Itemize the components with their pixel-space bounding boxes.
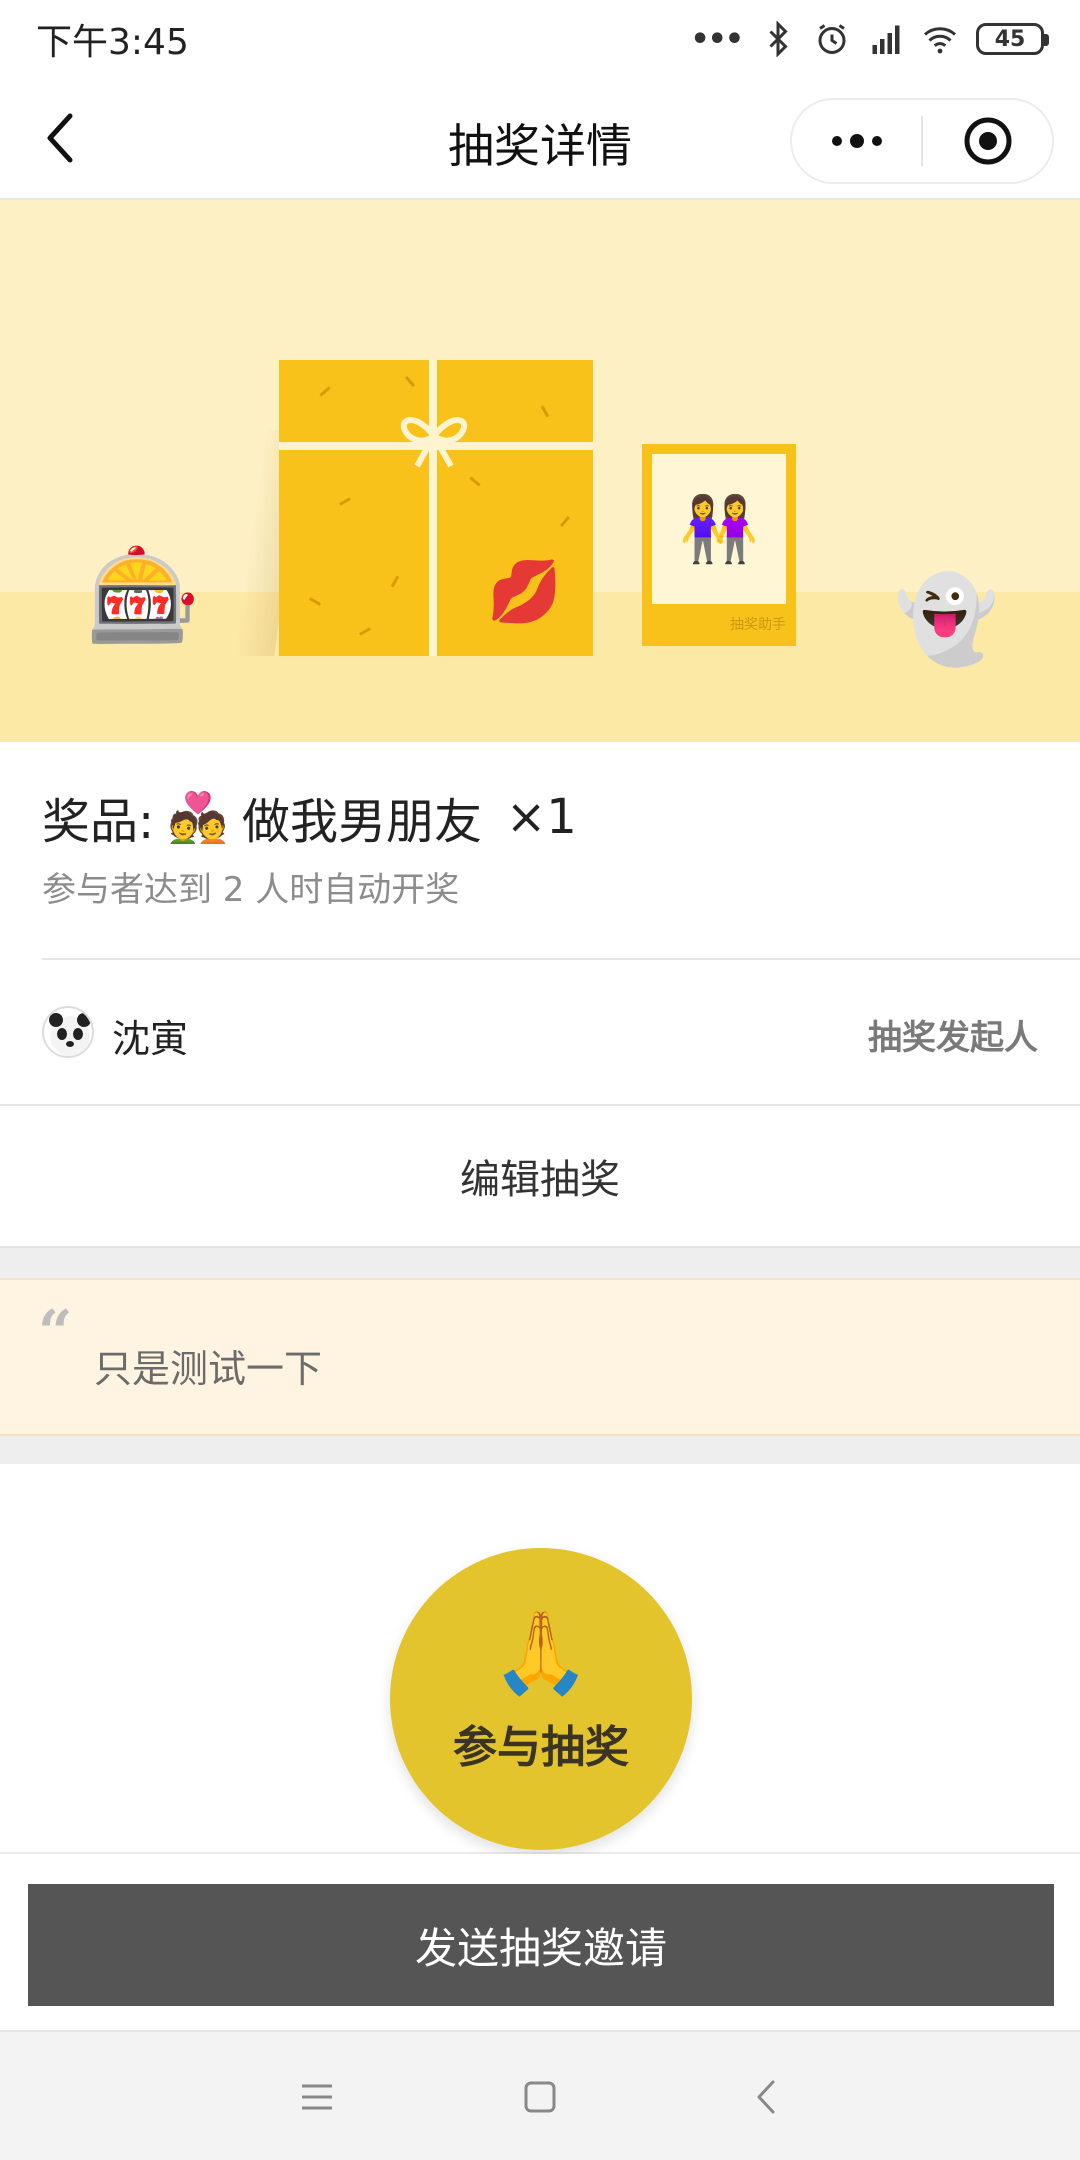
send-invite-button[interactable]: 发送抽奖邀请 xyxy=(28,1884,1054,2006)
section-gap xyxy=(0,1248,1080,1278)
organizer-row[interactable]: 沈寅 抽奖发起人 xyxy=(0,960,1080,1106)
section-gap xyxy=(0,1436,1080,1464)
prize-label: 奖品: xyxy=(42,794,155,850)
bluetooth-icon xyxy=(769,21,788,57)
slot-machine-icon: 🎰 xyxy=(86,542,201,649)
signal-icon xyxy=(872,25,900,54)
draw-condition: 参与者达到 2 人时自动开奖 xyxy=(42,870,460,910)
more-menu-button[interactable] xyxy=(792,100,921,182)
target-close-icon xyxy=(964,117,1011,165)
quote-icon: “ xyxy=(38,1298,73,1368)
battery-icon: 45 xyxy=(976,23,1049,55)
note-text: 只是测试一下 xyxy=(94,1347,323,1391)
gift-box-illustration: 💋 xyxy=(279,360,593,656)
panda-avatar-icon xyxy=(49,1013,91,1056)
close-mini-program-button[interactable] xyxy=(923,100,1052,182)
back-triangle-icon[interactable] xyxy=(742,2072,792,2122)
fleck xyxy=(469,476,481,487)
praying-hands-icon: 🙏 xyxy=(491,1606,591,1699)
fleck xyxy=(309,597,321,606)
polaroid-photo: 👭 抽奖助手 xyxy=(642,444,796,646)
lottery-note: “ 只是测试一下 xyxy=(0,1278,1080,1436)
prize-quantity: ×1 xyxy=(505,789,577,845)
fleck xyxy=(540,405,550,418)
invite-area: 发送抽奖邀请 xyxy=(0,1854,1080,2030)
more-indicator-icon: ••• xyxy=(690,21,744,57)
status-time: 下午3:45 xyxy=(36,22,189,63)
prize-title: 奖品: 💑 做我男朋友 ×1 xyxy=(42,782,577,852)
couple-heart-icon: 💑 xyxy=(168,789,228,846)
avatar xyxy=(42,1006,94,1058)
fleck xyxy=(390,575,400,588)
status-icons: ••• 45 xyxy=(690,21,1049,57)
lips-icon: 💋 xyxy=(487,557,562,627)
more-dots-icon xyxy=(831,134,882,148)
fleck xyxy=(404,375,416,388)
system-nav-bar xyxy=(0,2030,1080,2160)
join-lottery-label: 参与抽奖 xyxy=(453,1722,629,1773)
organizer-name: 沈寅 xyxy=(112,1017,189,1061)
menu-icon[interactable] xyxy=(292,2072,342,2122)
photo-caption: 抽奖助手 xyxy=(730,617,786,633)
join-lottery-button[interactable]: 🙏 参与抽奖 xyxy=(390,1548,692,1850)
battery-level: 45 xyxy=(994,26,1026,52)
organizer-role: 抽奖发起人 xyxy=(868,1018,1038,1058)
fleck xyxy=(559,515,571,528)
prize-name: 做我男朋友 xyxy=(241,794,482,850)
prize-info: 奖品: 💑 做我男朋友 ×1 参与者达到 2 人时自动开奖 xyxy=(0,742,1080,960)
fleck xyxy=(359,627,371,636)
ghost-icon: 👻 xyxy=(894,570,999,668)
bow-icon xyxy=(400,417,468,468)
alarm-icon xyxy=(818,24,846,54)
fleck xyxy=(339,497,351,506)
fleck xyxy=(319,386,331,397)
edit-lottery-button[interactable]: 编辑抽奖 xyxy=(0,1106,1080,1248)
prize-banner: 💋 👭 抽奖助手 🎰 👻 xyxy=(0,200,1080,742)
status-bar: 下午3:45 ••• 45 xyxy=(0,0,1080,78)
mini-program-capsule xyxy=(790,98,1054,184)
nav-bar: 抽奖详情 xyxy=(0,78,1080,200)
participate-area: 🙏 参与抽奖 xyxy=(0,1464,1080,1854)
home-square-icon[interactable] xyxy=(515,2072,565,2122)
wifi-icon xyxy=(924,27,956,54)
couple-icon: 👭 xyxy=(652,454,786,604)
